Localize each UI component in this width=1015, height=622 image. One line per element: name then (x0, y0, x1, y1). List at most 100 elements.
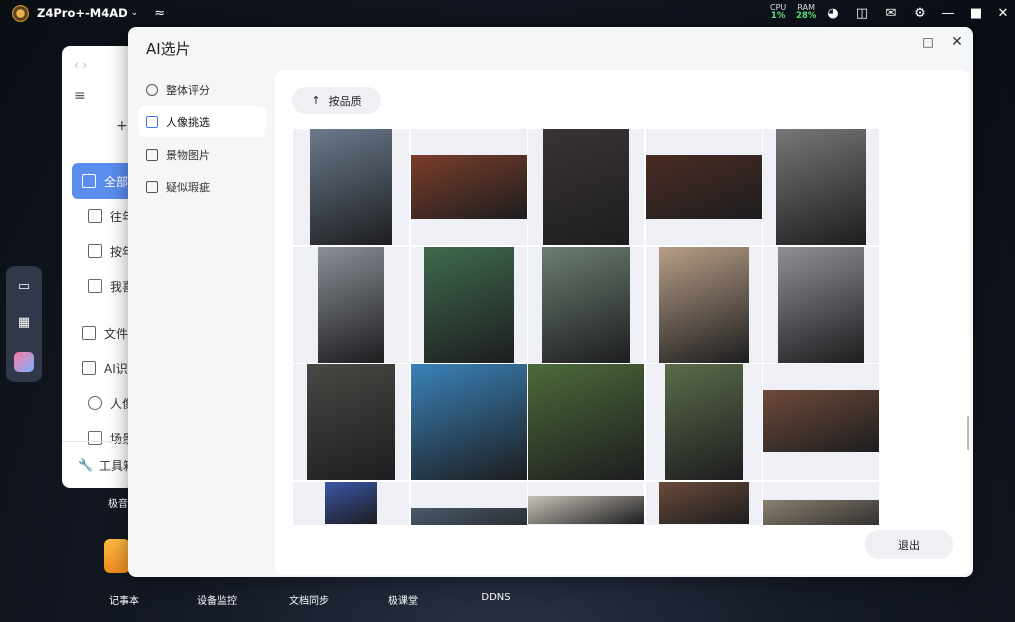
photo-thumbnail[interactable] (410, 364, 527, 480)
desktop-icon[interactable]: ▭ (14, 276, 34, 296)
bg-item[interactable]: 文件 (62, 315, 134, 351)
photo-thumbnail[interactable] (645, 246, 762, 363)
scrollbar[interactable] (967, 416, 969, 450)
desktop-app-label[interactable]: 极课堂 (388, 592, 418, 607)
bg-item-label: 全部 (104, 174, 129, 189)
photo-thumbnail[interactable] (410, 481, 527, 525)
sidebar-item-flaws[interactable]: 疑似瑕疵 (138, 171, 266, 202)
photo-image (423, 246, 514, 363)
photo-thumbnail[interactable] (410, 129, 527, 245)
scene-icon (88, 431, 102, 445)
bg-item[interactable]: 往年 (62, 198, 134, 234)
mail-icon[interactable]: ✉ (882, 4, 900, 22)
photo-image (410, 507, 527, 525)
ai-image-icon (82, 361, 96, 375)
photos-app-icon[interactable] (14, 352, 34, 372)
bg-item[interactable]: 我喜 (62, 268, 134, 304)
calendar-icon (88, 244, 102, 258)
close-icon[interactable]: ✕ (950, 34, 964, 50)
photo-image (318, 246, 384, 363)
sidebar-item-label: 景物图片 (166, 148, 210, 162)
photo-thumbnail[interactable] (410, 246, 527, 363)
notes-app-icon[interactable] (104, 539, 130, 573)
bg-item-all[interactable]: 全部 (72, 163, 134, 199)
photo-thumbnail[interactable] (763, 246, 879, 363)
bg-item-tools[interactable]: 🔧 工具箱 (62, 447, 134, 483)
sidebar-item-landscape[interactable]: 景物图片 (138, 139, 266, 170)
photo-thumbnail[interactable] (293, 129, 409, 245)
side-dock: ▭ ▦ (6, 266, 42, 382)
bg-item-label: 文件 (104, 326, 129, 341)
photo-thumbnail[interactable] (293, 481, 409, 525)
photo-thumbnail[interactable] (293, 364, 409, 480)
flaw-icon (146, 180, 158, 193)
ram-stat: RAM 28% (796, 3, 816, 21)
apps-grid-icon[interactable]: ▦ (14, 312, 34, 332)
exit-button[interactable]: 退出 (865, 530, 953, 559)
add-icon[interactable]: + (116, 118, 128, 134)
maximize-icon[interactable]: ■ (967, 4, 985, 22)
photo-thumbnail[interactable] (528, 246, 644, 363)
photo-image (542, 246, 630, 363)
desktop-app-label[interactable]: 设备监控 (197, 592, 237, 607)
photo-image (307, 364, 395, 480)
sidebar-item-label: 整体评分 (166, 83, 210, 97)
desktop-app-label[interactable]: 极音 (108, 495, 128, 510)
photo-thumbnail[interactable] (763, 364, 879, 480)
photo-thumbnail[interactable] (528, 129, 644, 245)
chevron-down-icon[interactable]: ⌄ (131, 8, 139, 18)
photo-image (776, 129, 866, 245)
photo-image (528, 495, 644, 524)
desktop-app-label[interactable]: 文档同步 (289, 592, 329, 607)
sidebar-item-label: 疑似瑕疵 (166, 180, 210, 194)
gear-icon[interactable]: ⚙ (911, 4, 929, 22)
folder-icon (82, 326, 96, 340)
photo-image (763, 499, 879, 525)
image-icon (88, 279, 102, 293)
bg-item[interactable]: AI识 (62, 350, 134, 386)
close-icon[interactable]: ✕ (994, 4, 1012, 22)
menu-collapse-icon[interactable]: ≡ (74, 88, 86, 104)
gauge-icon[interactable]: ◕ (824, 4, 842, 22)
photo-thumbnail[interactable] (528, 364, 644, 480)
photo-grid (293, 129, 883, 525)
desktop-app-label[interactable]: DDNS (481, 592, 510, 603)
sidebar-item-label: 人像挑选 (166, 115, 210, 129)
wrench-icon: 🔧 (78, 458, 93, 472)
photo-image (528, 364, 644, 480)
photo-thumbnail[interactable] (528, 481, 644, 525)
photo-thumbnail[interactable] (645, 364, 762, 480)
nas-logo-icon (12, 4, 29, 22)
photo-icon (82, 174, 96, 188)
photo-image (658, 246, 749, 363)
minimize-icon[interactable]: — (939, 4, 957, 22)
sort-by-quality-button[interactable]: ↑ 按品质 (292, 87, 381, 114)
sidebar-item-overall-score[interactable]: 整体评分 (138, 74, 266, 105)
photo-image (658, 481, 749, 524)
back-forward-icon[interactable]: ‹ › (74, 58, 87, 72)
bg-item[interactable]: 人像 (62, 385, 134, 421)
maximize-icon[interactable]: □ (921, 35, 935, 49)
monitor-icon[interactable]: ◫ (853, 4, 871, 22)
landscape-icon (146, 148, 158, 161)
photo-image (664, 364, 743, 480)
cpu-stat: CPU 1% (770, 3, 786, 21)
photo-thumbnail[interactable] (763, 481, 879, 525)
bg-item-label: AI识 (104, 361, 128, 376)
sort-button-label: 按品质 (328, 94, 362, 108)
photo-thumbnail[interactable] (763, 129, 879, 245)
bg-item[interactable]: 按年 (62, 233, 134, 269)
wifi-icon[interactable]: ≈ (154, 6, 165, 21)
photo-image (410, 364, 527, 480)
photo-thumbnail[interactable] (645, 481, 762, 525)
dialog-title: AI选片 (146, 40, 191, 58)
photo-image (645, 155, 762, 219)
sidebar-item-portrait[interactable]: 人像挑选 (138, 106, 266, 137)
photo-thumbnail[interactable] (645, 129, 762, 245)
photo-image (410, 155, 527, 219)
photo-image (310, 129, 392, 245)
desktop-app-label[interactable]: 记事本 (109, 592, 139, 607)
device-name[interactable]: Z4Pro+-M4AD (37, 6, 128, 20)
cpu-value: 1% (770, 11, 786, 21)
photo-thumbnail[interactable] (293, 246, 409, 363)
